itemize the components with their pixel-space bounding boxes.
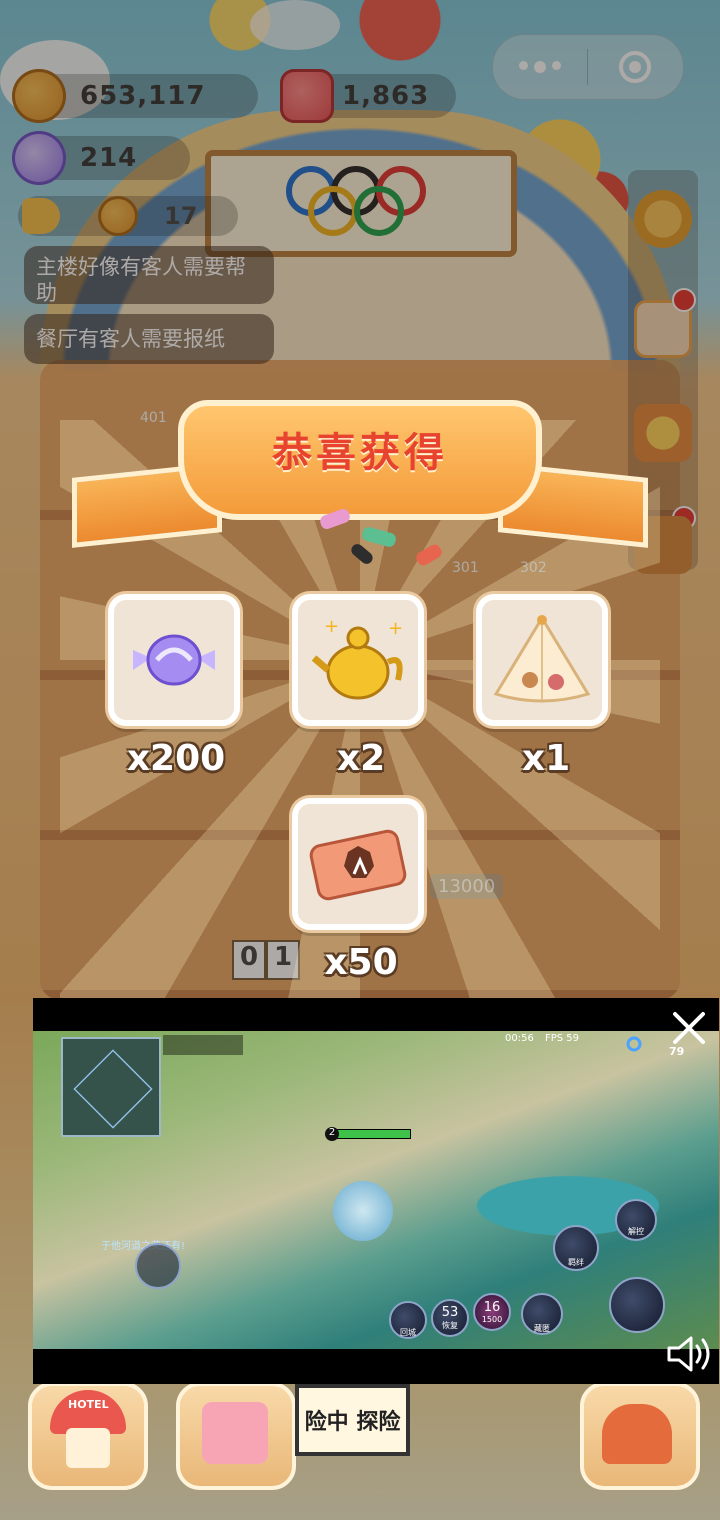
reward-quantity: x50: [324, 942, 398, 983]
reward-item-card[interactable]: [292, 798, 424, 930]
hotel-nav-button[interactable]: HOTEL: [28, 1382, 148, 1490]
ticket-icon: [309, 829, 407, 901]
fps-readout: FPS 59: [545, 1033, 580, 1044]
skill-label: 羁绊: [568, 1257, 584, 1267]
tent-icon: [493, 615, 591, 703]
reward-quantity: x200: [126, 738, 226, 779]
diary-nav-button[interactable]: [176, 1382, 296, 1490]
skill-label: 解控: [628, 1226, 644, 1236]
hero-character: [333, 1181, 393, 1241]
heal-skill-button[interactable]: 53 恢复: [431, 1299, 469, 1337]
bond-skill-button[interactable]: 羁绊: [553, 1225, 599, 1271]
reward-item-card[interactable]: + +: [292, 594, 424, 726]
golden-teapot-icon: + +: [311, 616, 403, 700]
recall-skill-button[interactable]: 回城: [389, 1301, 427, 1339]
minimap[interactable]: [61, 1037, 161, 1137]
carousel-icon: [602, 1404, 672, 1464]
adventure-sign[interactable]: 险中 探险: [295, 1384, 410, 1456]
reward-item-card[interactable]: [108, 594, 240, 726]
hotel-label: HOTEL: [68, 1398, 109, 1411]
hotel-house-icon: [66, 1428, 110, 1468]
joystick[interactable]: [135, 1243, 181, 1289]
floating-video-player[interactable]: 00:56 FPS 59 79 2 于他河道之荣还有! 回城 53 恢复 16 …: [33, 998, 719, 1384]
speaker-icon[interactable]: [665, 1334, 713, 1374]
reward-quantity: x2: [336, 738, 386, 779]
gift-nav-button[interactable]: [580, 1382, 700, 1490]
skill-label: 恢复: [442, 1321, 458, 1330]
flash-skill-button[interactable]: 16 1500: [473, 1293, 511, 1331]
team-portraits: [163, 1035, 243, 1055]
match-timer: 00:56: [505, 1033, 534, 1044]
heart-notebook-icon: [202, 1402, 268, 1464]
video-content-moba-game: 00:56 FPS 59 79 2 于他河道之荣还有! 回城 53 恢复 16 …: [33, 1031, 719, 1349]
skill-gold: 1500: [481, 1315, 503, 1324]
skill-label: 藏匿: [534, 1323, 550, 1333]
skill-cooldown: 53: [441, 1305, 459, 1320]
skill-label: 回城: [400, 1327, 416, 1337]
svg-text:+: +: [388, 618, 403, 639]
map-lanes: [73, 1049, 153, 1129]
close-icon[interactable]: [669, 1008, 709, 1048]
stealth-skill-button[interactable]: 藏匿: [521, 1293, 563, 1335]
hero-level-badge: 2: [325, 1127, 339, 1141]
reward-title: 恭喜获得: [272, 430, 448, 476]
reward-quantity: x1: [521, 738, 571, 779]
svg-text:+: +: [324, 616, 339, 637]
hero-health-bar: [335, 1129, 411, 1139]
reward-item-card[interactable]: [476, 594, 608, 726]
skill-cooldown: 16: [483, 1300, 501, 1315]
unlock-skill-button[interactable]: 解控: [615, 1199, 657, 1241]
purple-candy-icon: [133, 634, 215, 686]
attack-button[interactable]: [609, 1277, 665, 1333]
settings-gear-icon[interactable]: [625, 1035, 643, 1053]
